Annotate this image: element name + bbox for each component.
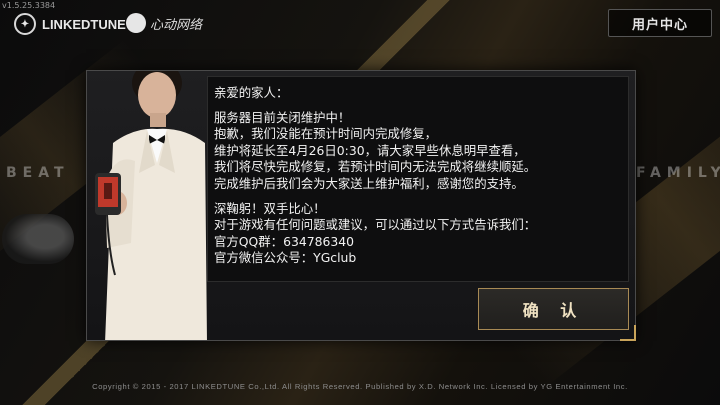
qq-group-line: 官方QQ群：634786340 — [214, 233, 355, 249]
partner-text: 心动网络 — [150, 17, 203, 33]
wechat-line: 官方微信公众号：YGclub — [214, 250, 357, 266]
linkedtune-logo: ✦ LINKEDTUNE — [14, 13, 126, 35]
spokesperson-portrait — [87, 71, 207, 340]
background-text-right: FAMILY — [636, 165, 720, 181]
background-avatar — [2, 214, 74, 264]
message-line: 我们将尽快完成修复，若预计时间内无法完成将继续顺延。 — [214, 159, 537, 175]
maintenance-dialog: 亲爱的家人： 服务器目前关闭维护中！ 抱歉，我们没能在预计时间内完成修复， 维护… — [86, 70, 636, 341]
xindong-logo-icon — [126, 13, 146, 33]
message-line: 对于游戏有任何问题或建议，可以通过以下方式告诉我们： — [214, 217, 537, 233]
background-text-left: BEAT — [6, 165, 70, 181]
partner-logo: 心动网络 — [126, 13, 202, 33]
message-line: 维护将延长至4月26日0:30，请大家早些休息明早查看， — [214, 142, 526, 158]
logo-text: LINKEDTUNE — [42, 16, 126, 32]
linkedtune-logo-icon: ✦ — [14, 13, 36, 35]
message-line: 完成维护后我们会为大家送上维护福利，感谢您的支持。 — [214, 175, 524, 191]
copyright-footer: Copyright © 2015 - 2017 LINKEDTUNE Co.,L… — [92, 382, 628, 391]
confirm-button[interactable]: 确 认 — [478, 288, 629, 330]
message-line: 服务器目前关闭维护中！ — [214, 109, 351, 125]
message-line: 深鞠躬！双手比心！ — [214, 200, 326, 216]
message-line: 抱歉，我们没能在预计时间内完成修复， — [214, 126, 438, 142]
version-label: v1.5.25.3384 — [2, 1, 56, 10]
spokesperson-portrait-image — [95, 71, 207, 340]
user-center-button[interactable]: 用户中心 — [608, 9, 712, 37]
message-box: 亲爱的家人： 服务器目前关闭维护中！ 抱歉，我们没能在预计时间内完成修复， 维护… — [207, 76, 629, 282]
message-greeting: 亲爱的家人： — [214, 85, 289, 100]
